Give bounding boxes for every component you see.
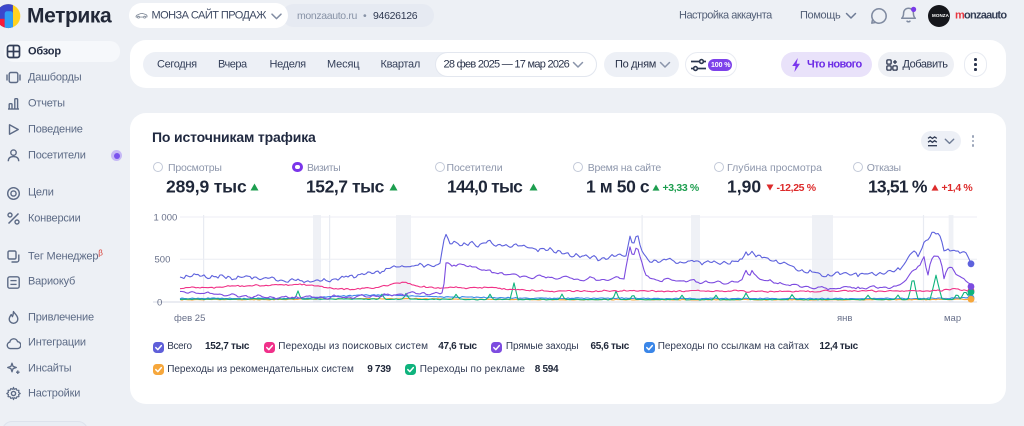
svg-text:фев 25: фев 25 [174,313,205,324]
svg-text:500: 500 [155,255,171,266]
svg-text:1 000: 1 000 [154,213,178,224]
svg-text:мар: мар [944,313,961,324]
svg-text:янв: янв [837,313,852,324]
svg-text:0: 0 [157,298,162,309]
